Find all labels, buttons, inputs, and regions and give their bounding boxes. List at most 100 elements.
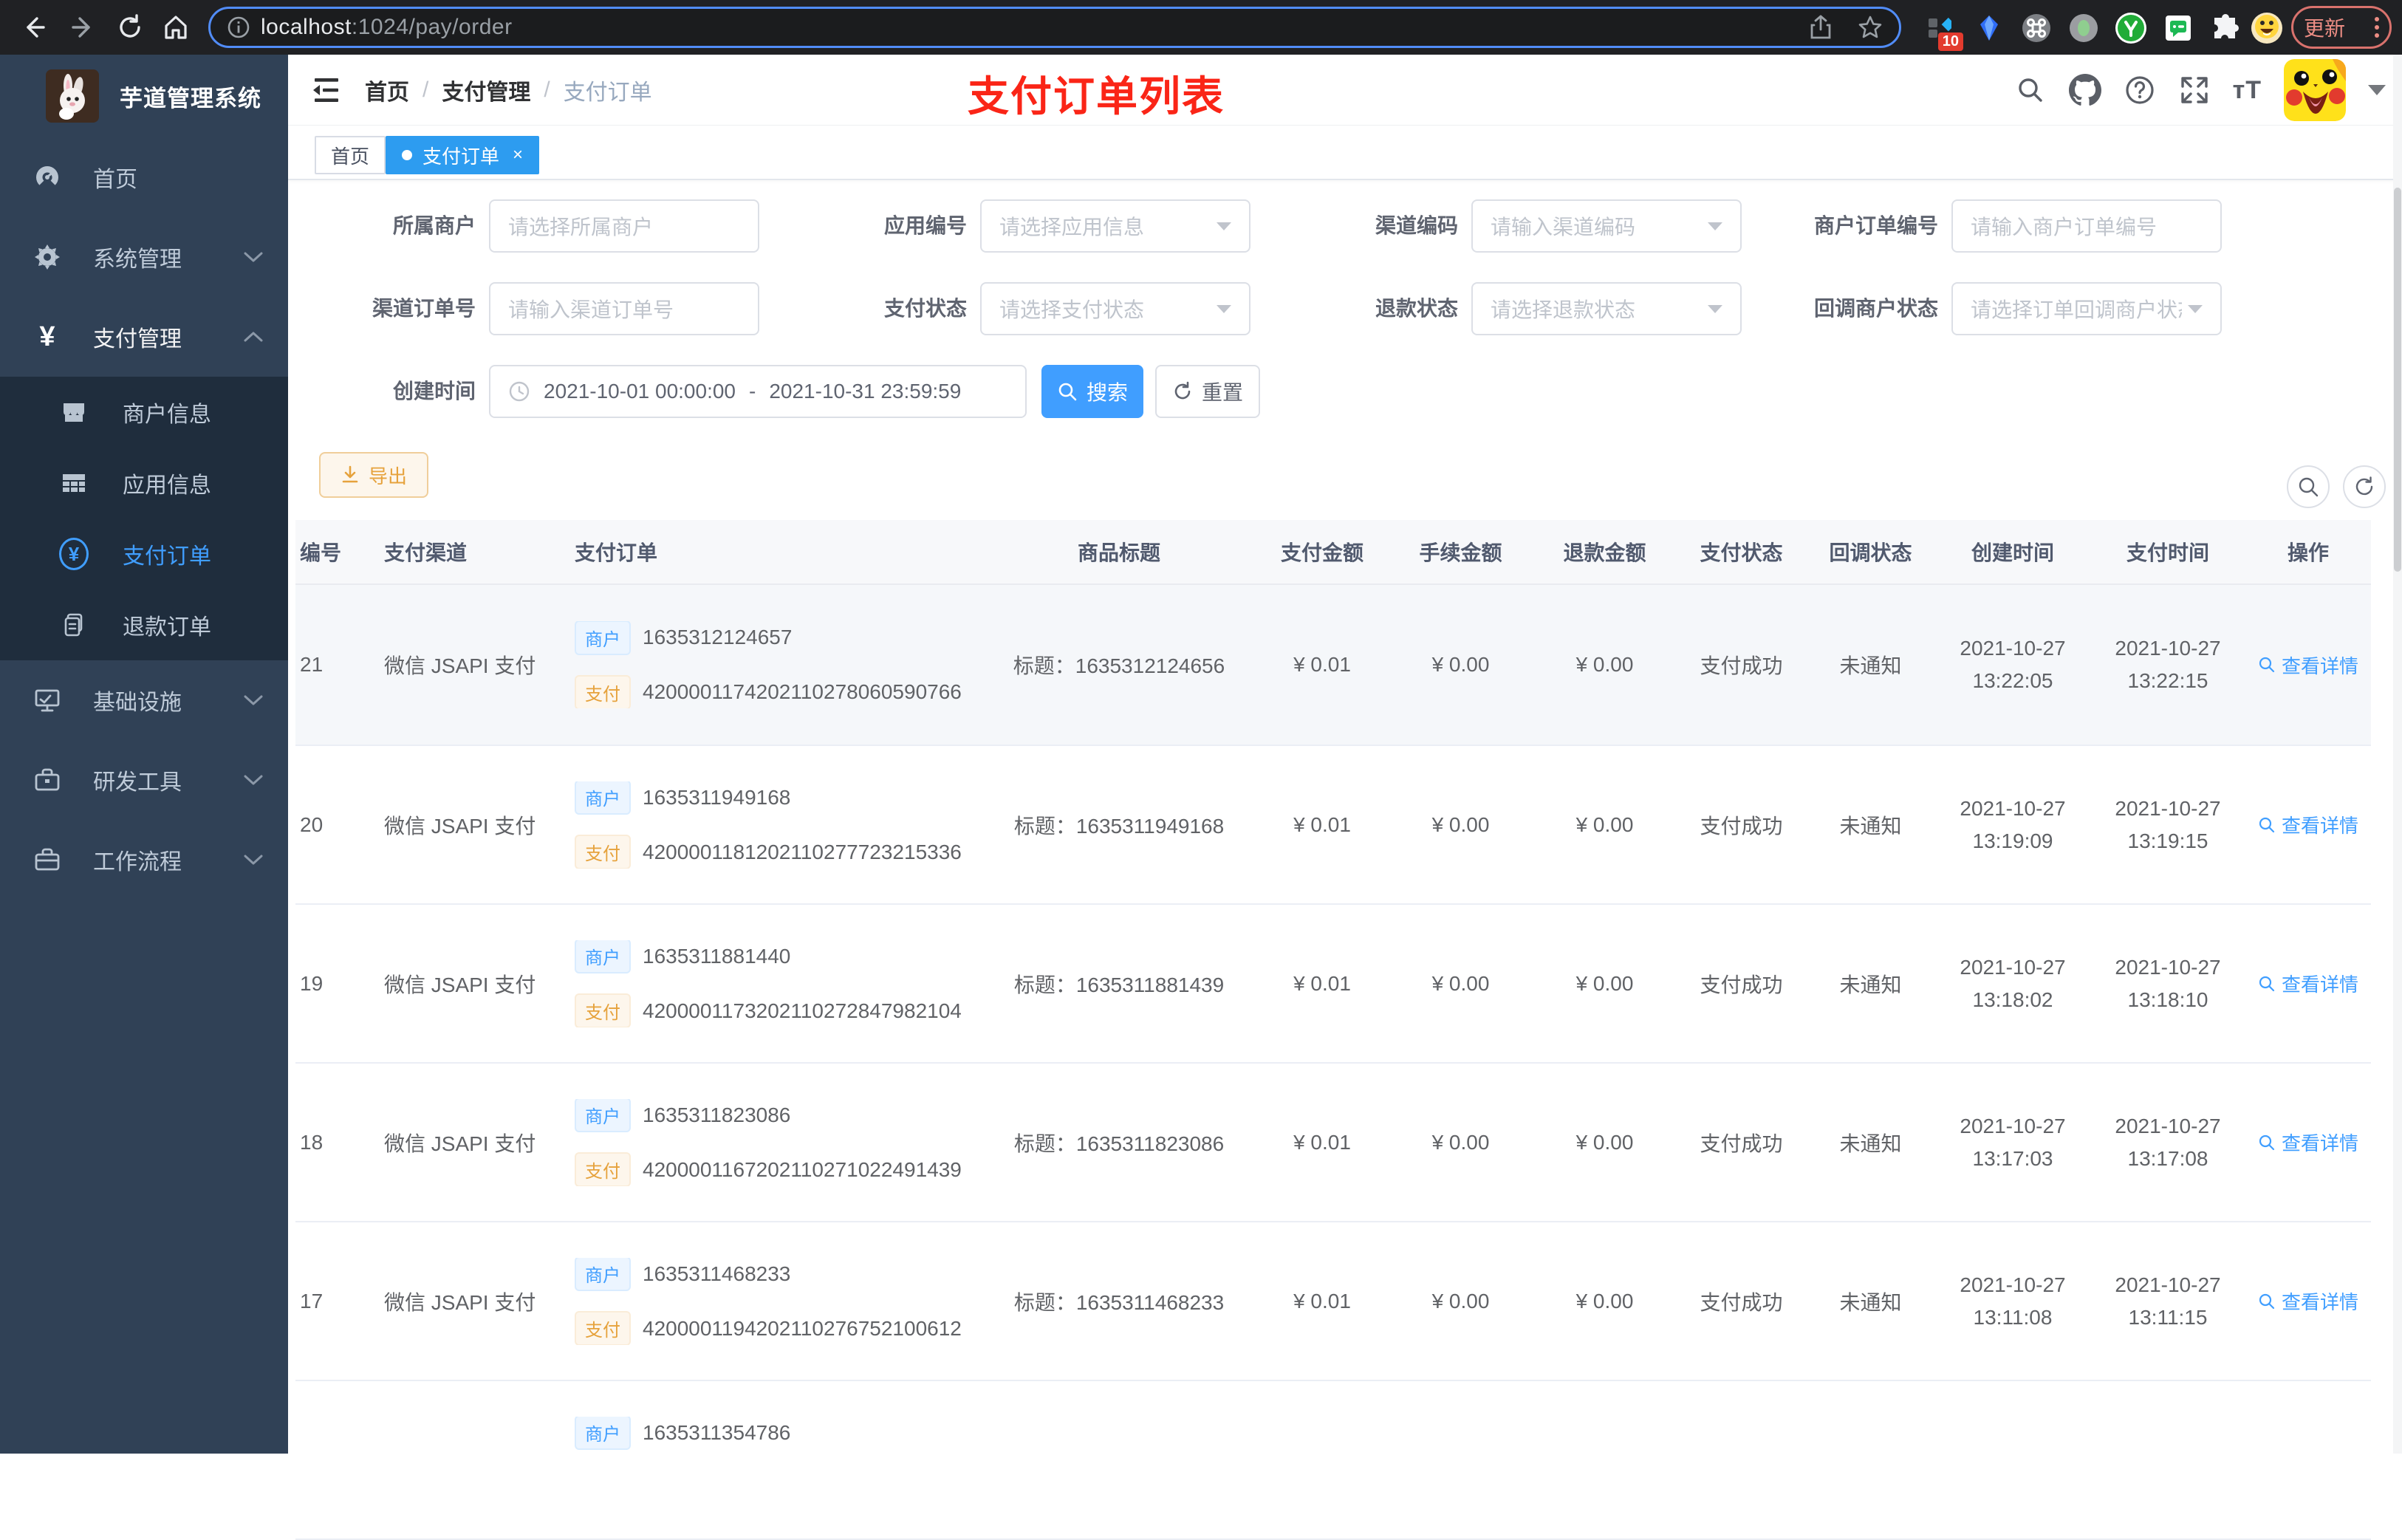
breadcrumb-home[interactable]: 首页 — [365, 74, 409, 106]
shop-icon — [59, 399, 89, 425]
sidebar-item-system[interactable]: 系统管理 — [0, 217, 288, 297]
scrollbar-thumb[interactable] — [2394, 188, 2401, 572]
table-row: 17 微信 JSAPI 支付 商户 1635311468233 支付 4200001… — [295, 1222, 2371, 1381]
chevron-down-icon — [244, 854, 263, 866]
sidebar-item-refund-order[interactable]: 退款订单 — [0, 589, 288, 660]
placeholder: 请输入渠道订单号 — [508, 298, 674, 321]
cell-status: 支付成功 — [1700, 973, 1783, 996]
chevron-down-icon — [1217, 304, 1231, 313]
channel-code-select[interactable]: 请输入渠道编码 — [1471, 199, 1742, 253]
view-detail-link[interactable]: 查看详情 — [2258, 811, 2358, 838]
sidebar-item-pay[interactable]: ¥ 支付管理 — [0, 297, 288, 377]
pay-date: 2021-10-27 — [2115, 796, 2221, 820]
sidebar-item-label: 商户信息 — [123, 403, 211, 427]
col-fee: 手续金额 — [1419, 541, 1502, 564]
grid-icon — [59, 470, 89, 496]
update-label: 更新 — [2304, 17, 2346, 40]
share-icon[interactable] — [1809, 15, 1833, 40]
refresh-button[interactable] — [2343, 465, 2386, 508]
reset-button[interactable]: 重置 — [1155, 365, 1260, 418]
merchant-select[interactable]: 请选择所属商户 — [489, 199, 759, 253]
breadcrumb: 首页 / 支付管理 / 支付订单 — [365, 55, 652, 126]
browser-home-icon[interactable] — [158, 10, 194, 45]
cell-pay-order: 商户 1635311354786 — [561, 1416, 982, 1504]
sidebar-item-label: 系统管理 — [93, 247, 182, 272]
cell-notify: 未通知 — [1839, 1132, 1902, 1155]
ext-puzzle-icon[interactable] — [2207, 10, 2244, 47]
notify-status-select[interactable]: 请选择订单回调商户状态 — [1951, 282, 2222, 335]
view-detail-link[interactable]: 查看详情 — [2258, 1129, 2358, 1156]
export-button[interactable]: 导出 — [319, 452, 428, 498]
page-scrollbar[interactable] — [2393, 55, 2402, 1454]
view-detail-link[interactable]: 查看详情 — [2258, 970, 2358, 997]
fullscreen-icon[interactable] — [2178, 75, 2211, 106]
avatar-caret-icon[interactable] — [2368, 85, 2386, 95]
refund-status-select[interactable]: 请选择退款状态 — [1471, 282, 1742, 335]
view-detail-link[interactable]: 查看详情 — [2258, 651, 2358, 679]
tab-pay-order[interactable]: 支付订单 × — [386, 136, 540, 174]
github-icon[interactable] — [2068, 74, 2101, 106]
bookmark-star-icon[interactable] — [1858, 15, 1883, 40]
search-button-label: 搜索 — [1086, 381, 1128, 404]
merchant-order-no-input[interactable]: 请输入商户订单编号 — [1951, 199, 2222, 253]
create-time-range-input[interactable]: 2021-10-01 00:00:00 - 2021-10-31 23:59:5… — [489, 365, 1027, 418]
sidebar-item-infra[interactable]: 基础设施 — [0, 660, 288, 740]
ext-badge: 10 — [1937, 32, 1963, 51]
browser-forward-icon[interactable] — [65, 10, 100, 45]
chevron-down-icon — [2188, 304, 2203, 313]
cell-notify: 未通知 — [1839, 814, 1902, 838]
pay-tag: 支付 — [575, 1311, 631, 1345]
app-logo[interactable]: 芋道管理系统 — [0, 55, 288, 137]
site-info-icon[interactable] — [227, 16, 250, 39]
table-row-partial: 商户 1635311354786 — [295, 1381, 2371, 1540]
sidebar-item-app-info[interactable]: 应用信息 — [0, 448, 288, 519]
browser-reload-icon[interactable] — [112, 10, 148, 45]
sidebar-item-label: 支付管理 — [93, 327, 182, 352]
view-detail-link[interactable]: 查看详情 — [2258, 1287, 2358, 1315]
yen-icon: ¥ — [39, 321, 55, 352]
view-detail-label: 查看详情 — [2281, 1132, 2358, 1154]
tab-home[interactable]: 首页 — [315, 136, 386, 174]
pay-status-select[interactable]: 请选择支付状态 — [980, 282, 1250, 335]
pay-tag: 支付 — [575, 835, 631, 869]
sidebar-item-label: 首页 — [93, 168, 137, 192]
search-button[interactable]: 搜索 — [1041, 365, 1143, 418]
sidebar-item-home[interactable]: 首页 — [0, 137, 288, 217]
user-avatar[interactable] — [2284, 59, 2346, 121]
ext-grid-icon[interactable]: 10 — [1920, 10, 1963, 51]
browser-back-icon[interactable] — [16, 10, 52, 45]
date-start: 2021-10-01 00:00:00 — [544, 380, 736, 403]
app-select[interactable]: 请选择应用信息 — [980, 199, 1250, 253]
toolbox-icon — [32, 766, 62, 794]
font-size-icon[interactable]: ᴛT — [2233, 76, 2262, 105]
ext-chat-icon[interactable] — [2160, 10, 2197, 47]
search-icon[interactable] — [2014, 75, 2047, 105]
col-notify: 回调状态 — [1829, 541, 1912, 564]
sidebar-item-workflow[interactable]: 工作流程 — [0, 820, 288, 900]
browser-update-button[interactable]: 更新 — [2291, 6, 2392, 49]
browser-menu-icon[interactable] — [2375, 17, 2379, 38]
tab-close-icon[interactable]: × — [513, 145, 523, 165]
sidebar-item-merchant-info[interactable]: 商户信息 — [0, 377, 288, 448]
sidebar-item-pay-order[interactable]: ¥ 支付订单 — [0, 519, 288, 589]
ext-command-icon[interactable] — [2018, 10, 2055, 47]
ext-green-v-icon[interactable] — [2112, 10, 2149, 47]
cell-amount: ¥ 0.01 — [1293, 1130, 1351, 1154]
help-icon[interactable] — [2124, 75, 2156, 106]
breadcrumb-pay-mgmt[interactable]: 支付管理 — [442, 74, 530, 106]
channel-order-no-input[interactable]: 请输入渠道订单号 — [489, 282, 759, 335]
cell-amount: ¥ 0.01 — [1293, 812, 1351, 836]
table-row: 20 微信 JSAPI 支付 商户 1635311949168 支付 4200001… — [295, 746, 2371, 905]
url-bar[interactable]: localhost:1024/pay/order — [208, 7, 1901, 48]
pay-time: 13:11:15 — [2128, 1305, 2208, 1329]
create-time: 13:11:08 — [1973, 1305, 2053, 1329]
ext-emoji-icon[interactable] — [2248, 10, 2285, 47]
sidebar-item-dev-tools[interactable]: 研发工具 — [0, 740, 288, 820]
toggle-search-button[interactable] — [2287, 465, 2330, 508]
sidebar-collapse-icon[interactable] — [310, 74, 343, 106]
ext-record-icon[interactable] — [2065, 10, 2102, 47]
ext-balloon-icon[interactable] — [1971, 10, 2008, 47]
cell-title: 标题：1635311949168 — [1013, 814, 1225, 838]
col-refund: 退款金额 — [1563, 541, 1646, 564]
cell-title: 标题：1635312124656 — [1013, 654, 1225, 677]
